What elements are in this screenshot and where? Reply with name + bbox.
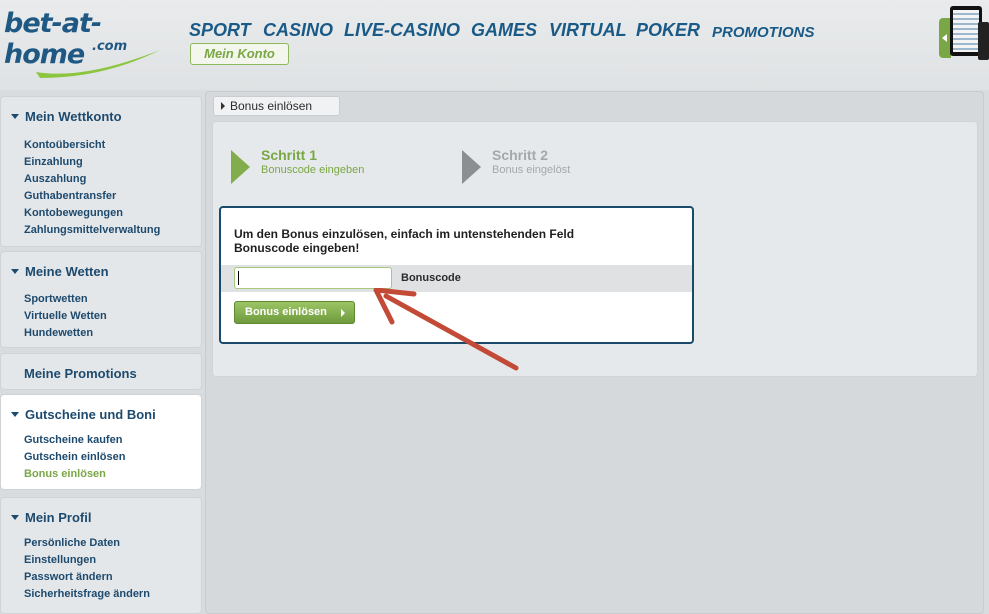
bonus-instructions: Um den Bonus einzulösen, einfach im unte… — [234, 227, 575, 255]
sidebar-link-passwort[interactable]: Passwort ändern — [24, 569, 150, 586]
sidebar-heading[interactable]: Mein Wettkonto — [11, 109, 122, 124]
sidebar-section-wettkonto: Mein Wettkonto Kontoübersicht Einzahlung… — [0, 96, 202, 247]
mein-konto-button[interactable]: Mein Konto — [190, 43, 289, 65]
sidebar-link-sicherheitsfrage[interactable]: Sicherheitsfrage ändern — [24, 586, 150, 603]
sidebar-link-hundewetten[interactable]: Hundewetten — [24, 325, 107, 342]
sidebar-link-bonus-einloesen[interactable]: Bonus einlösen — [24, 466, 125, 483]
sidebar-section-profil: Mein Profil Persönliche Daten Einstellun… — [0, 497, 202, 614]
brand-logo[interactable]: bet-at-home .com — [4, 8, 164, 84]
step-2-arrow-icon — [462, 150, 481, 184]
step-2-subtitle: Bonus eingelöst — [492, 164, 571, 176]
sidebar-link-auszahlung[interactable]: Auszahlung — [24, 171, 160, 188]
sidebar-heading[interactable]: Gutscheine und Boni — [11, 407, 156, 422]
step-1-subtitle: Bonuscode eingeben — [261, 164, 365, 176]
nav-live-casino[interactable]: LIVE-CASINO — [344, 20, 460, 41]
sidebar-section-promotions[interactable]: Meine Promotions — [0, 353, 202, 390]
nav-promotions[interactable]: PROMOTIONS — [712, 24, 815, 41]
sidebar-section-gutscheine: Gutscheine und Boni Gutscheine kaufen Gu… — [0, 394, 202, 490]
triangle-down-icon — [11, 515, 19, 520]
nav-virtual[interactable]: VIRTUAL — [549, 20, 627, 41]
triangle-down-icon — [11, 114, 19, 119]
sidebar-link-einstellungen[interactable]: Einstellungen — [24, 552, 150, 569]
nav-sport[interactable]: SPORT — [189, 20, 251, 41]
annotation-arrow-icon — [373, 288, 519, 371]
nav-casino[interactable]: CASINO — [263, 20, 333, 41]
step-1-arrow-icon — [231, 150, 250, 184]
sidebar-link-einzahlung[interactable]: Einzahlung — [24, 154, 160, 171]
sidebar-link-zahlungsmittel[interactable]: Zahlungsmittelverwaltung — [24, 222, 160, 239]
sidebar-link-sportwetten[interactable]: Sportwetten — [24, 291, 107, 308]
step-2-title: Schritt 2 — [492, 147, 549, 163]
bonuscode-input[interactable] — [234, 267, 392, 289]
sidebar-heading[interactable]: Meine Wetten — [11, 264, 109, 279]
sidebar-heading[interactable]: Meine Promotions — [24, 366, 137, 381]
sidebar-link-gutschein-einloesen[interactable]: Gutschein einlösen — [24, 449, 125, 466]
nav-games[interactable]: GAMES — [471, 20, 537, 41]
nav-poker[interactable]: POKER — [636, 20, 700, 41]
sidebar-link-kontouebersicht[interactable]: Kontoübersicht — [24, 137, 160, 154]
triangle-down-icon — [11, 269, 19, 274]
step-1-title: Schritt 1 — [261, 147, 318, 163]
logo-text: bet-at-home — [4, 8, 102, 70]
sidebar-section-wetten: Meine Wetten Sportwetten Virtuelle Wette… — [0, 251, 202, 348]
play-arrow-icon — [341, 309, 345, 317]
submit-label: Bonus einlösen — [245, 306, 327, 318]
triangle-down-icon — [11, 412, 19, 417]
text-cursor — [238, 271, 239, 285]
sidebar-link-persoenliche-daten[interactable]: Persönliche Daten — [24, 535, 150, 552]
logo-domain: .com — [92, 39, 128, 54]
sidebar-link-guthabentransfer[interactable]: Guthabentransfer — [24, 188, 160, 205]
breadcrumb: Bonus einlösen — [213, 96, 340, 116]
bonus-einloesen-button[interactable]: Bonus einlösen — [234, 301, 355, 324]
site-header: bet-at-home .com SPORT CASINO LIVE-CASIN… — [0, 0, 989, 90]
mobile-devices-icon[interactable] — [950, 6, 989, 60]
sidebar-link-gutscheine-kaufen[interactable]: Gutscheine kaufen — [24, 432, 125, 449]
sidebar-link-kontobewegungen[interactable]: Kontobewegungen — [24, 205, 160, 222]
sidebar-heading[interactable]: Mein Profil — [11, 510, 91, 525]
bonuscode-label: Bonuscode — [401, 272, 461, 284]
phone-icon — [978, 22, 989, 60]
sidebar-link-virtuelle-wetten[interactable]: Virtuelle Wetten — [24, 308, 107, 325]
